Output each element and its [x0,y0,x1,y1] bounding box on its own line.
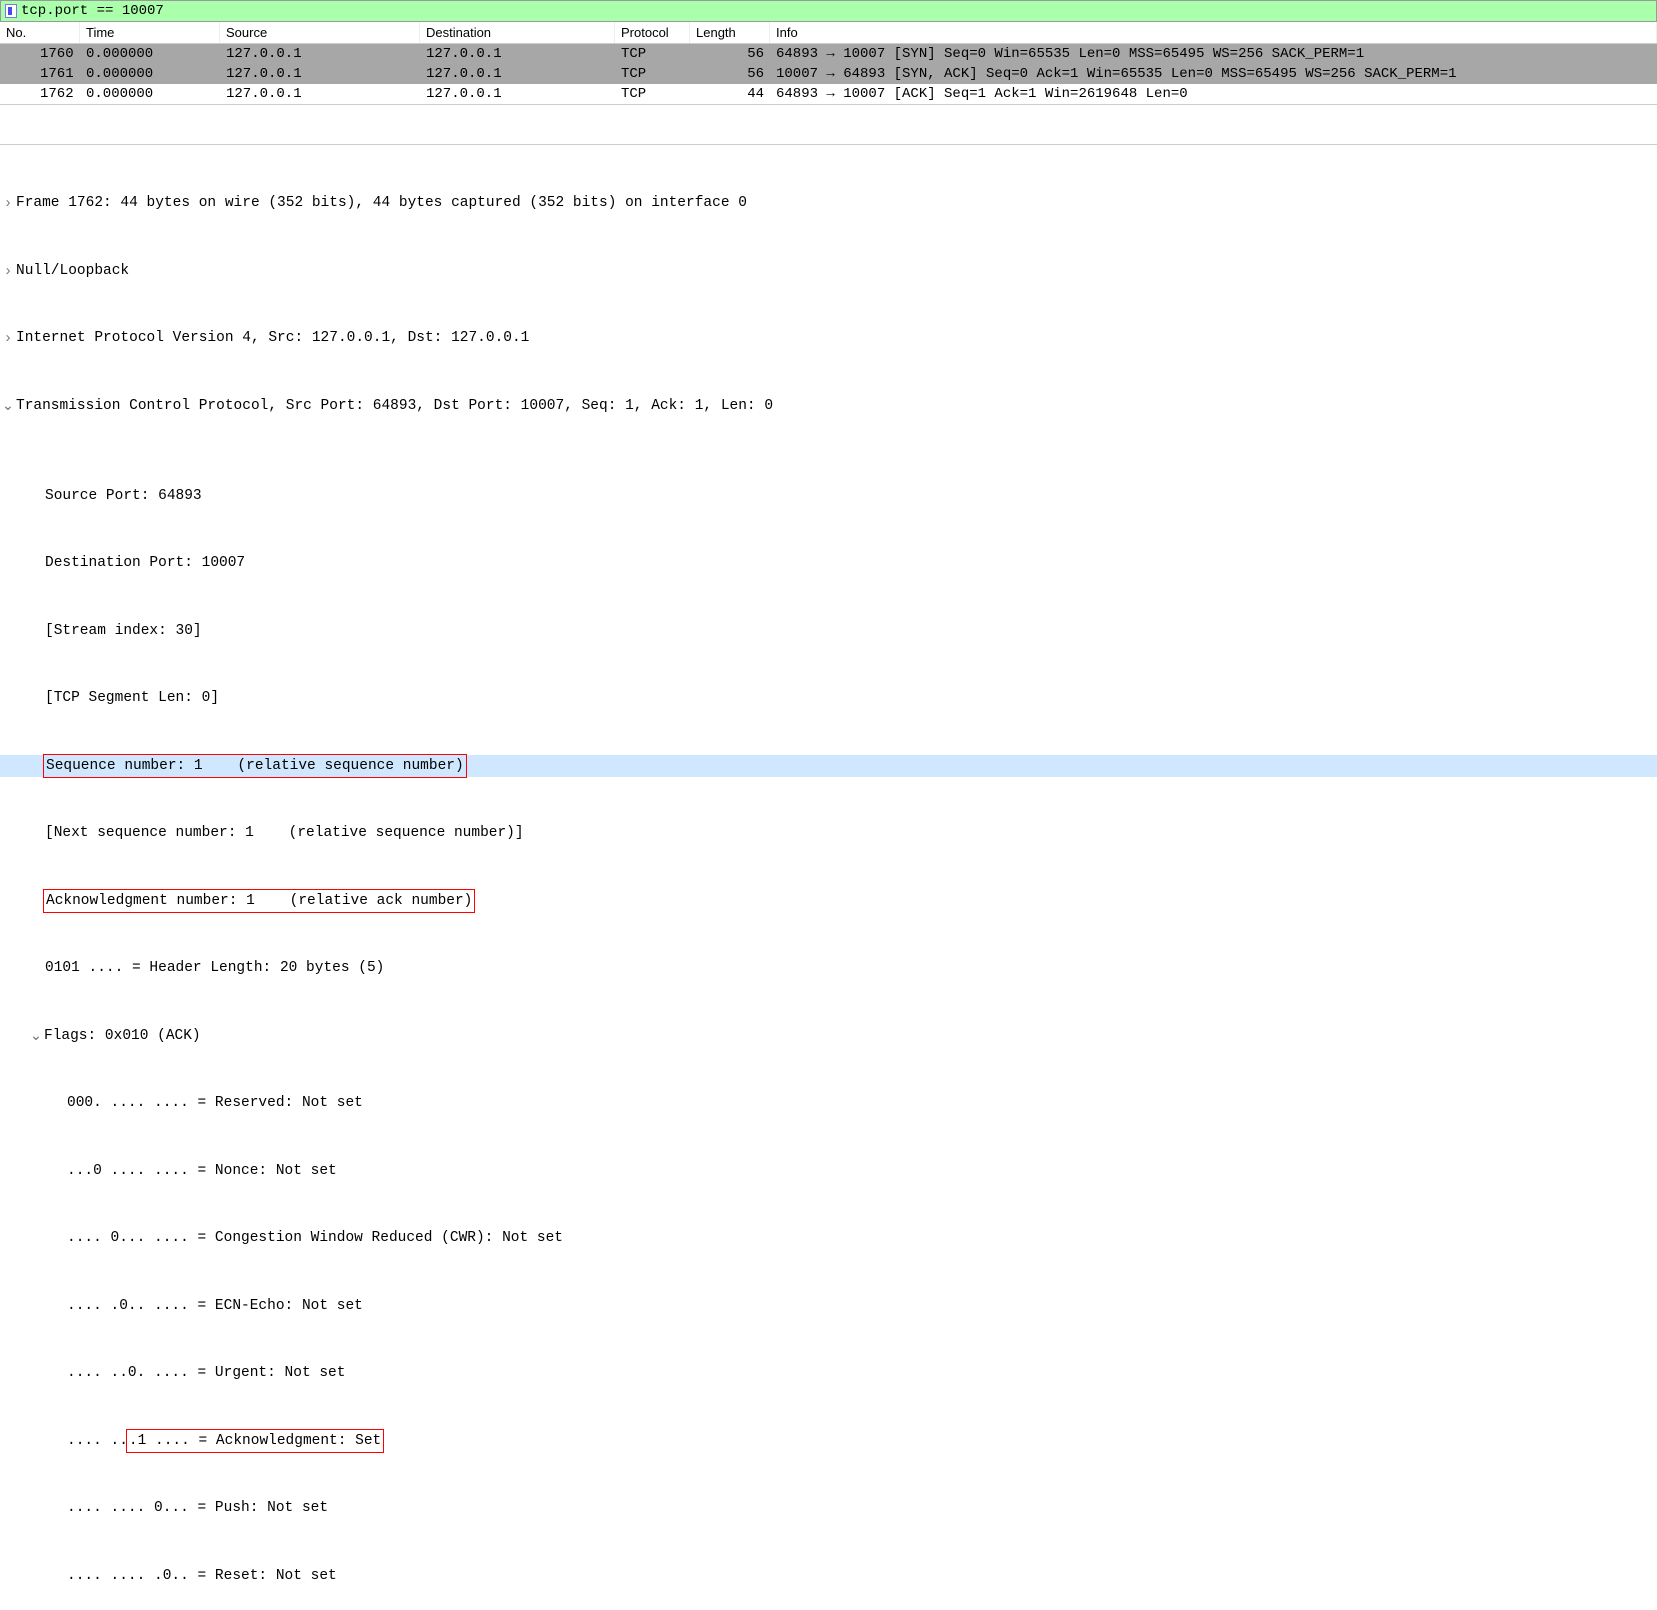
ipv4-summary[interactable]: Internet Protocol Version 4, Src: 127.0.… [16,327,529,350]
frame-summary[interactable]: Frame 1762: 44 bytes on wire (352 bits),… [16,192,747,215]
null-loopback[interactable]: Null/Loopback [16,260,129,283]
expand-icon[interactable]: › [0,260,16,283]
cell-dst: 127.0.0.1 [420,45,615,63]
cell-no: 1760 [0,45,80,63]
tcp-segment-len[interactable]: [TCP Segment Len: 0] [45,687,219,710]
collapse-icon[interactable]: ⌄ [0,395,16,418]
col-no[interactable]: No. [0,22,80,43]
cell-proto: TCP [615,45,690,63]
flag-ack[interactable]: .1 .... = Acknowledgment: Set [126,1429,384,1454]
flag-ece[interactable]: .... .0.. .... = ECN-Echo: Not set [67,1295,363,1318]
tcp-summary[interactable]: Transmission Control Protocol, Src Port:… [16,395,773,418]
cell-time: 0.000000 [80,85,220,103]
collapse-icon[interactable]: ⌄ [28,1025,44,1048]
tcp-header-len[interactable]: 0101 .... = Header Length: 20 bytes (5) [45,957,384,980]
pane-divider[interactable] [0,104,1657,144]
col-proto[interactable]: Protocol [615,22,690,43]
tcp-seq-number[interactable]: Sequence number: 1 (relative sequence nu… [43,754,467,779]
tcp-next-seq[interactable]: [Next sequence number: 1 (relative seque… [45,822,524,845]
flag-ack-prefix: .... .. [67,1430,128,1453]
cell-len: 56 [690,65,770,83]
display-filter-bar[interactable] [0,0,1657,22]
flag-nonce[interactable]: ...0 .... .... = Nonce: Not set [67,1160,337,1183]
tcp-stream-index[interactable]: [Stream index: 30] [45,620,202,643]
col-src[interactable]: Source [220,22,420,43]
bookmark-icon[interactable] [5,4,17,18]
filter-input[interactable] [21,3,421,19]
cell-dst: 127.0.0.1 [420,65,615,83]
cell-info: 10007 → 64893 [SYN, ACK] Seq=0 Ack=1 Win… [770,65,1657,83]
cell-len: 56 [690,45,770,63]
cell-info: 64893 → 10007 [ACK] Seq=1 Ack=1 Win=2619… [770,85,1657,103]
col-time[interactable]: Time [80,22,220,43]
flag-rst[interactable]: .... .... .0.. = Reset: Not set [67,1565,337,1588]
col-len[interactable]: Length [690,22,770,43]
packet-list[interactable]: 1760 0.000000 127.0.0.1 127.0.0.1 TCP 56… [0,44,1657,104]
cell-len: 44 [690,85,770,103]
packet-row[interactable]: 1761 0.000000 127.0.0.1 127.0.0.1 TCP 56… [0,64,1657,84]
cell-src: 127.0.0.1 [220,45,420,63]
flag-urg[interactable]: .... ..0. .... = Urgent: Not set [67,1362,345,1385]
packet-row[interactable]: 1762 0.000000 127.0.0.1 127.0.0.1 TCP 44… [0,84,1657,104]
col-dst[interactable]: Destination [420,22,615,43]
tcp-src-port[interactable]: Source Port: 64893 [45,485,202,508]
cell-proto: TCP [615,85,690,103]
flag-reserved[interactable]: 000. .... .... = Reserved: Not set [67,1092,363,1115]
flag-cwr[interactable]: .... 0... .... = Congestion Window Reduc… [67,1227,563,1250]
tcp-flags[interactable]: Flags: 0x010 (ACK) [44,1025,201,1048]
cell-proto: TCP [615,65,690,83]
cell-no: 1761 [0,65,80,83]
packet-details-pane[interactable]: ›Frame 1762: 44 bytes on wire (352 bits)… [0,144,1657,1610]
flag-psh[interactable]: .... .... 0... = Push: Not set [67,1497,328,1520]
cell-time: 0.000000 [80,45,220,63]
cell-time: 0.000000 [80,65,220,83]
packet-list-header: No. Time Source Destination Protocol Len… [0,22,1657,44]
cell-src: 127.0.0.1 [220,65,420,83]
cell-info: 64893 → 10007 [SYN] Seq=0 Win=65535 Len=… [770,45,1657,63]
tcp-ack-number[interactable]: Acknowledgment number: 1 (relative ack n… [43,889,475,914]
cell-src: 127.0.0.1 [220,85,420,103]
cell-no: 1762 [0,85,80,103]
expand-icon[interactable]: › [0,327,16,350]
expand-icon[interactable]: › [0,192,16,215]
packet-row[interactable]: 1760 0.000000 127.0.0.1 127.0.0.1 TCP 56… [0,44,1657,64]
col-info[interactable]: Info [770,22,1657,43]
cell-dst: 127.0.0.1 [420,85,615,103]
tcp-dst-port[interactable]: Destination Port: 10007 [45,552,245,575]
